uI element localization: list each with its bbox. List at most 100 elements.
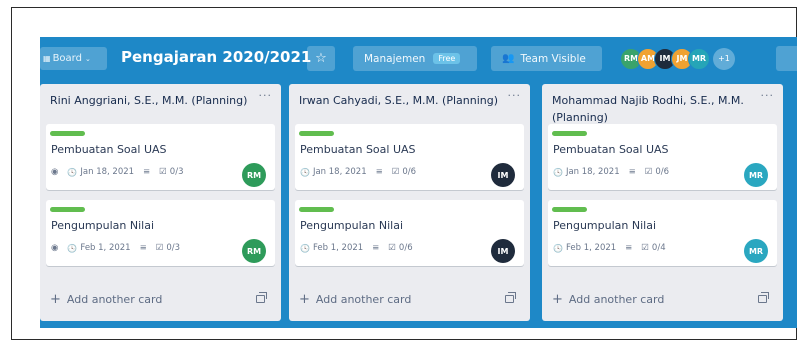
card-title: Pembuatan Soal UAS <box>51 143 167 156</box>
checklist-icon: ☑ <box>159 167 167 177</box>
due-date-badge[interactable]: 🕓 Feb 1, 2021 <box>300 243 363 253</box>
checklist-count: 0/4 <box>651 243 666 253</box>
card-member-avatar[interactable]: RM <box>242 239 266 263</box>
card[interactable]: Pembuatan Soal UAS ◉ 🕓 Jan 18, 2021 ≡ ☑ 0/3 RM <box>46 124 275 190</box>
clock-icon: 🕓 <box>553 243 563 253</box>
card-title: Pembuatan Soal UAS <box>300 143 416 156</box>
board-menu-button[interactable]: ▦ Board ⌄ <box>40 47 107 70</box>
description-icon: ≡ <box>375 167 383 177</box>
team-button[interactable]: Manajemen Free <box>353 46 477 71</box>
description-icon: ≡ <box>139 243 147 253</box>
checklist-icon: ☑ <box>388 243 396 253</box>
checklist-count: 0/3 <box>166 243 181 253</box>
due-date-text: Jan 18, 2021 <box>565 167 620 177</box>
chevron-down-icon: ⌄ <box>84 54 91 63</box>
card-member-avatar[interactable]: IM <box>491 239 515 263</box>
add-card-button[interactable]: + Add another card <box>552 292 664 307</box>
checklist-count: 0/6 <box>655 167 670 177</box>
team-visible-icon: 👥 <box>502 53 515 64</box>
due-date-badge[interactable]: 🕓 Feb 1, 2021 <box>553 243 616 253</box>
star-icon: ☆ <box>315 51 327 66</box>
plus-icon: + <box>299 292 310 307</box>
checklist-icon: ☑ <box>644 167 653 177</box>
checklist-icon: ☑ <box>155 243 164 253</box>
card-title: Pengumpulan Nilai <box>553 219 657 232</box>
watch-icon: ◉ <box>51 243 59 253</box>
due-date-badge[interactable]: 🕓 Jan 18, 2021 <box>67 167 134 177</box>
list-menu-icon[interactable]: ··· <box>761 89 775 102</box>
description-icon: ≡ <box>143 167 151 177</box>
list-title[interactable]: Mohammad Najib Rodhi, S.E., M.M. (Planni… <box>552 92 752 126</box>
add-card-label: Add another card <box>315 293 412 306</box>
add-card-label: Add another card <box>66 293 163 306</box>
more-members-button[interactable]: +1 <box>713 47 735 70</box>
board-title[interactable]: Pengajaran 2020/2021 <box>121 48 311 66</box>
card-member-avatar[interactable]: IM <box>491 163 515 187</box>
list-column: Mohammad Najib Rodhi, S.E., M.M. (Planni… <box>542 84 783 321</box>
card-badges: 🕓 Jan 18, 2021 ≡ ☑ 0/6 <box>300 167 416 177</box>
member-avatar[interactable]: MR <box>688 47 710 70</box>
due-date-text: Jan 18, 2021 <box>80 167 135 177</box>
free-badge: Free <box>433 53 461 64</box>
checklist-badge: ☑ 0/6 <box>645 167 669 177</box>
card-title: Pengumpulan Nilai <box>51 219 155 232</box>
add-card-button[interactable]: + Add another card <box>299 292 411 307</box>
card-label-green[interactable] <box>299 207 334 212</box>
board-members: RM AM IM JM MR +1 <box>620 46 735 71</box>
checklist-badge: ☑ 0/3 <box>159 167 183 177</box>
description-icon: ≡ <box>628 167 636 177</box>
due-date-text: Jan 18, 2021 <box>312 167 367 177</box>
description-icon: ≡ <box>372 243 380 253</box>
visibility-button[interactable]: 👥 Team Visible <box>491 46 602 71</box>
board-icon: ▦ <box>43 54 51 63</box>
card[interactable]: Pembuatan Soal UAS 🕓 Jan 18, 2021 ≡ ☑ 0/6 IM <box>295 124 524 190</box>
card-badges: 🕓 Jan 18, 2021 ≡ ☑ 0/6 <box>553 167 669 177</box>
list-column: Irwan Cahyadi, S.E., M.M. (Planning) ··· P… <box>289 84 530 321</box>
card-title: Pembuatan Soal UAS <box>553 143 669 156</box>
list-title[interactable]: Irwan Cahyadi, S.E., M.M. (Planning) <box>299 92 499 109</box>
board-menu-edge-button[interactable] <box>776 46 797 71</box>
checklist-count: 0/6 <box>398 243 413 253</box>
team-label: Manajemen <box>364 52 426 65</box>
card-badges: ◉ 🕓 Feb 1, 2021 ≡ ☑ 0/3 <box>51 243 180 253</box>
clock-icon: 🕓 <box>67 243 78 253</box>
watch-icon: ◉ <box>51 167 59 177</box>
card-label-green[interactable] <box>552 131 587 136</box>
list-menu-icon[interactable]: ··· <box>259 89 273 102</box>
due-date-badge[interactable]: 🕓 Jan 18, 2021 <box>300 167 367 177</box>
due-date-text: Feb 1, 2021 <box>80 243 131 253</box>
checklist-count: 0/6 <box>402 167 417 177</box>
card-member-avatar[interactable]: MR <box>744 239 768 263</box>
checklist-icon: ☑ <box>641 243 649 253</box>
clock-icon: 🕓 <box>300 167 310 177</box>
card-label-green[interactable] <box>552 207 587 212</box>
star-button[interactable]: ☆ <box>307 46 335 71</box>
due-date-badge[interactable]: 🕓 Jan 18, 2021 <box>553 167 620 177</box>
card[interactable]: Pengumpulan Nilai 🕓 Feb 1, 2021 ≡ ☑ 0/4 MR <box>548 200 777 266</box>
due-date-badge[interactable]: 🕓 Feb 1, 2021 <box>67 243 130 253</box>
card-member-avatar[interactable]: MR <box>744 163 768 187</box>
card-template-icon[interactable] <box>256 292 267 303</box>
board-menu-label: Board <box>52 53 82 64</box>
card-member-avatar[interactable]: RM <box>242 163 266 187</box>
add-card-button[interactable]: + Add another card <box>50 292 162 307</box>
checklist-badge: ☑ 0/6 <box>388 243 412 253</box>
card[interactable]: Pembuatan Soal UAS 🕓 Jan 18, 2021 ≡ ☑ 0/6 MR <box>548 124 777 190</box>
list-column: Rini Anggriani, S.E., M.M. (Planning) ···… <box>40 84 281 321</box>
plus-icon: + <box>50 292 61 307</box>
checklist-count: 0/3 <box>169 167 184 177</box>
card-label-green[interactable] <box>299 131 334 136</box>
card-label-green[interactable] <box>50 131 85 136</box>
card-template-icon[interactable] <box>758 292 769 303</box>
due-date-text: Feb 1, 2021 <box>565 243 617 253</box>
checklist-badge: ☑ 0/6 <box>392 167 416 177</box>
card-badges: 🕓 Feb 1, 2021 ≡ ☑ 0/6 <box>300 243 413 253</box>
clock-icon: 🕓 <box>553 167 563 177</box>
list-title[interactable]: Rini Anggriani, S.E., M.M. (Planning) <box>50 92 250 109</box>
card[interactable]: Pengumpulan Nilai 🕓 Feb 1, 2021 ≡ ☑ 0/6 IM <box>295 200 524 266</box>
card[interactable]: Pengumpulan Nilai ◉ 🕓 Feb 1, 2021 ≡ ☑ 0/3 RM <box>46 200 275 266</box>
list-menu-icon[interactable]: ··· <box>508 89 522 102</box>
card-template-icon[interactable] <box>505 292 516 303</box>
card-label-green[interactable] <box>50 207 85 212</box>
clock-icon: 🕓 <box>67 167 78 177</box>
